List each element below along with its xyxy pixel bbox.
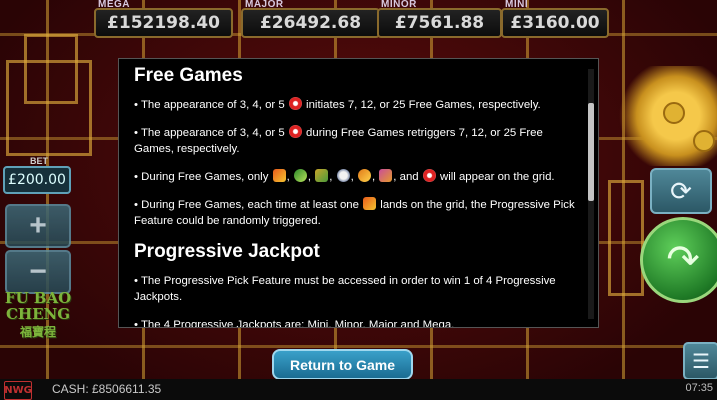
jackpot-value: £152198.40: [94, 8, 233, 38]
jackpot-mega: MEGA £152198.40: [92, 0, 235, 38]
jackpot-value: £26492.68: [241, 8, 380, 38]
scatter-icon: [288, 97, 302, 110]
dragon-box-icon: [272, 169, 286, 182]
jackpot-minor: MINOR £7561.88: [375, 0, 504, 38]
dragon-box-icon: [363, 197, 377, 210]
jackpot-major: MAJOR £26492.68: [239, 0, 382, 38]
return-to-game-button[interactable]: Return to Game: [272, 349, 413, 380]
autoplay-refresh-button[interactable]: ⟳: [650, 168, 712, 214]
ingot-icon: [357, 169, 371, 182]
clock: 07:35: [685, 382, 713, 394]
decrease-bet-button[interactable]: −: [5, 250, 71, 294]
menu-button[interactable]: ☰: [683, 342, 717, 380]
free-games-paragraph: • The appearance of 3, 4, or 5 during Fr…: [134, 125, 543, 155]
menu-icon: ☰: [692, 350, 710, 373]
logo-chinese-text: 福寶程: [19, 325, 56, 339]
free-games-heading: Free Games: [134, 65, 243, 86]
jackpot-mini: MINI £3160.00: [499, 0, 611, 38]
bet-label: BET: [30, 156, 48, 166]
bet-value[interactable]: £200.00: [3, 166, 71, 194]
jackpot-value: £3160.00: [501, 8, 609, 38]
frog-icon: [293, 169, 307, 182]
jackpot-value: £7561.88: [377, 8, 502, 38]
free-games-paragraph: • The appearance of 3, 4, or 5 initiates…: [134, 97, 541, 111]
scatter-icon: [288, 125, 302, 138]
help-content[interactable]: Free Games • The appearance of 3, 4, or …: [133, 61, 579, 327]
lattice-decoration: [608, 180, 644, 296]
progressive-paragraph: • The Progressive Pick Feature must be a…: [134, 275, 556, 303]
cash-balance: CASH: £8506611.35: [52, 382, 162, 396]
game-logo: FU BAO CHENG 福寶程: [2, 290, 74, 356]
logo-text: FU BAO CHENG: [4, 289, 72, 323]
pearl-icon: [336, 169, 350, 182]
increase-bet-button[interactable]: +: [5, 204, 71, 248]
progressive-jackpot-heading: Progressive Jackpot: [134, 241, 320, 262]
free-games-paragraph: • During Free Games, only , , , , , , an…: [134, 169, 555, 183]
help-modal: Free Games • The appearance of 3, 4, or …: [118, 58, 599, 328]
progressive-paragraph: • The 4 Progressive Jackpots are: Mini, …: [134, 319, 455, 327]
lattice-decoration: [24, 34, 78, 104]
scrollbar-thumb[interactable]: [588, 103, 594, 201]
firecracker-icon: [379, 169, 393, 182]
scatter-icon: [422, 169, 436, 182]
gold-coins-decoration: [615, 66, 717, 166]
provider-logo: NWG: [4, 381, 32, 400]
refresh-icon: ⟳: [670, 175, 692, 206]
free-games-paragraph: • During Free Games, each time at least …: [134, 197, 575, 227]
coin-stack-icon: [315, 169, 329, 182]
spin-button[interactable]: ↷: [640, 217, 717, 303]
spin-arrow-icon: ↷: [666, 238, 700, 282]
